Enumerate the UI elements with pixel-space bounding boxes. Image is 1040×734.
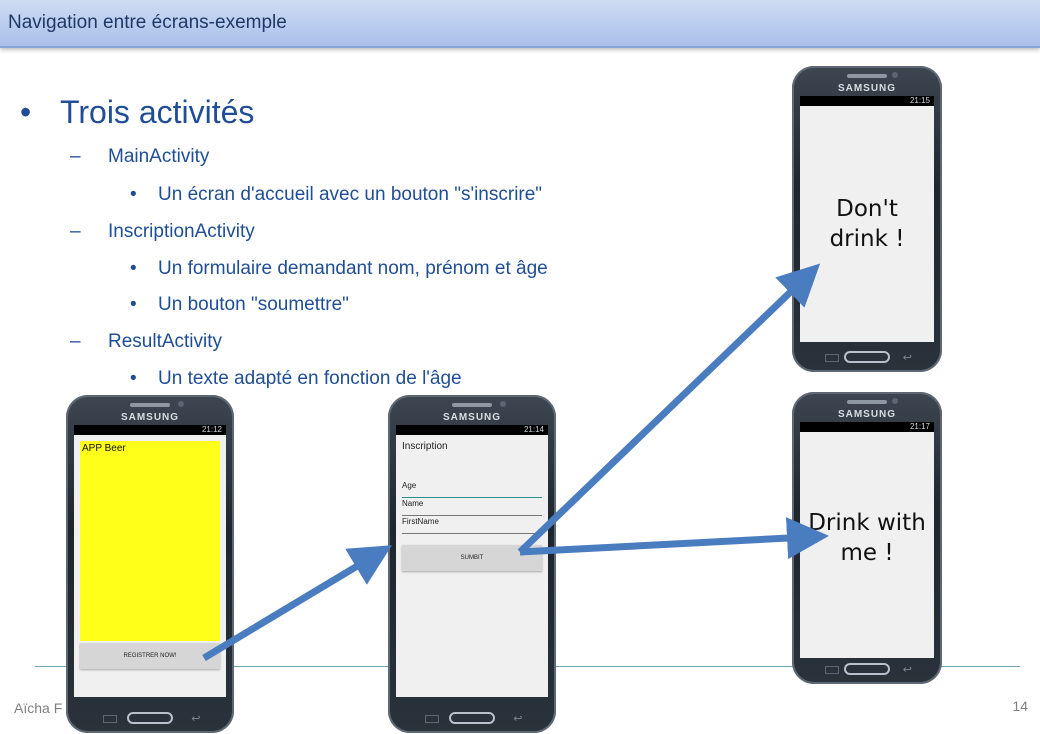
navigation-arrows xyxy=(202,263,829,662)
arrow-main-to-inscription xyxy=(202,545,393,662)
arrow-inscription-to-minor xyxy=(517,263,821,555)
arrow-inscription-to-adult xyxy=(519,517,829,560)
